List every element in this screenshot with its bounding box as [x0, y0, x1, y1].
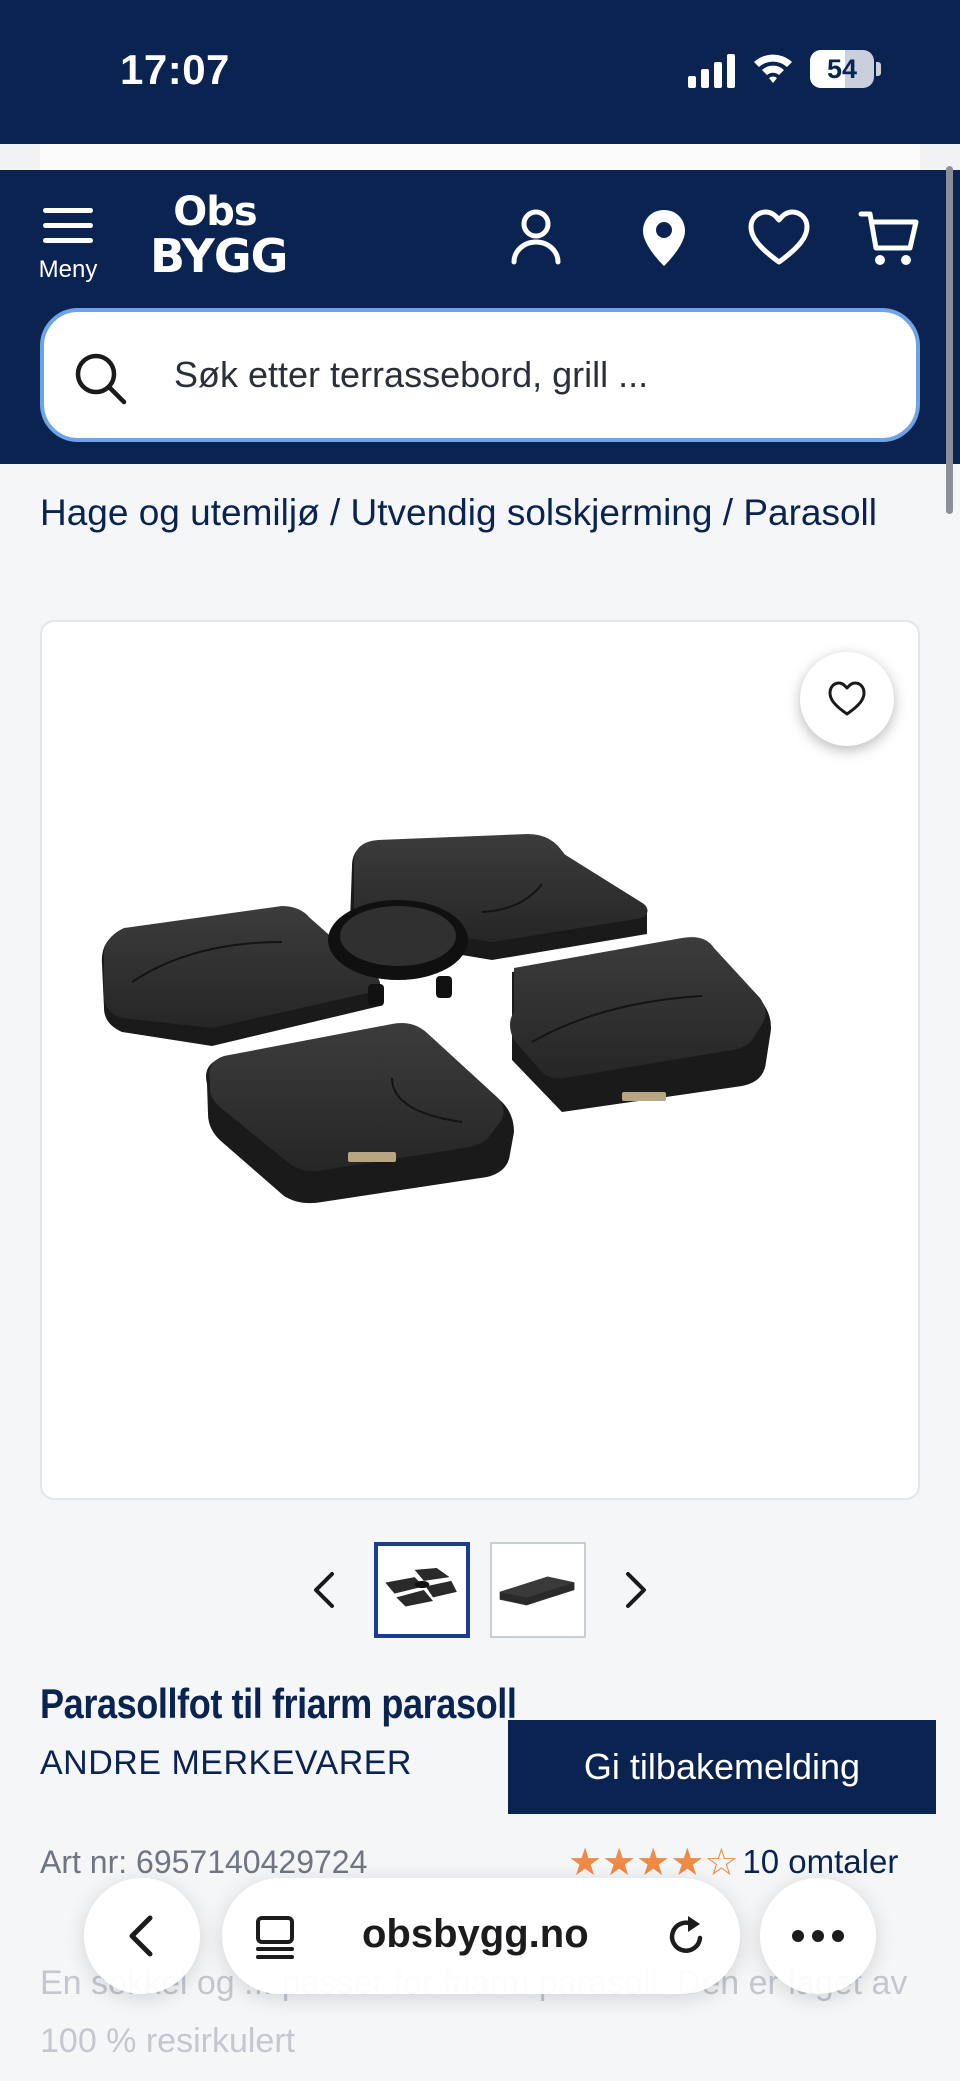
cart-icon[interactable] [858, 206, 922, 270]
more-icon [792, 1930, 844, 1942]
breadcrumb-item-parasoll[interactable]: Parasoll [743, 492, 877, 533]
back-icon [129, 1915, 153, 1957]
search-box[interactable] [40, 308, 920, 442]
breadcrumb-separator: / [319, 492, 351, 533]
more-button[interactable] [760, 1878, 876, 1994]
scrollbar[interactable] [946, 166, 953, 514]
menu-label: Meny [38, 256, 98, 283]
breadcrumb-item-hage[interactable]: Hage og utemiljø [40, 492, 320, 533]
reload-icon[interactable] [662, 1912, 710, 1960]
chevron-right-icon[interactable] [612, 1562, 660, 1618]
wifi-icon [754, 54, 792, 83]
breadcrumb-separator: / [712, 492, 744, 533]
breadcrumb-item-solskjerming[interactable]: Utvendig solskjerming [351, 492, 713, 533]
heart-icon[interactable] [747, 206, 811, 270]
breadcrumb: Hage og utemiljø / Utvendig solskjerming… [40, 484, 920, 542]
feedback-button[interactable]: Gi tilbakemelding [508, 1720, 936, 1814]
thumbnail-2[interactable] [490, 1542, 586, 1638]
menu-button[interactable]: Meny [30, 206, 106, 296]
tab-icon[interactable] [252, 1914, 298, 1960]
product-image[interactable] [62, 792, 902, 1312]
thumbnail-image [492, 1544, 584, 1636]
browser-toolbar: obsbygg.no [0, 1870, 960, 2000]
url-text[interactable]: obsbygg.no [362, 1912, 589, 1957]
heart-icon [828, 681, 866, 716]
search-input[interactable] [174, 342, 874, 408]
chevron-left-icon[interactable] [300, 1562, 348, 1618]
page: 17:07 54 Meny Obs BYGG Søk etter terrass… [0, 0, 960, 2081]
logo-bottom: BYGG [150, 229, 288, 283]
user-icon[interactable] [504, 206, 568, 270]
battery-icon: 54 [810, 50, 882, 88]
product-image-card [40, 620, 920, 1500]
status-bar: 17:07 54 [0, 0, 960, 144]
thumbnail-1[interactable] [374, 1542, 470, 1638]
product-title: Parasollfot til friarm parasoll [40, 1680, 517, 1727]
logo-top: Obs [173, 189, 257, 235]
brand-link[interactable]: ANDRE MERKEVARER [40, 1744, 412, 1783]
menu-icon [43, 208, 93, 243]
page-gap-inner [40, 144, 920, 170]
location-icon[interactable] [632, 206, 696, 270]
status-time: 17:07 [120, 46, 230, 93]
signal-icon [688, 54, 735, 88]
search-icon[interactable] [72, 350, 128, 406]
address-bar[interactable]: obsbygg.no [222, 1878, 740, 1994]
site-header: Meny Obs BYGG [0, 170, 960, 464]
obs-bygg-logo[interactable]: Obs BYGG [150, 189, 288, 292]
back-button[interactable] [84, 1878, 200, 1994]
thumbnail-image [378, 1546, 466, 1634]
battery-percent: 54 [826, 54, 858, 84]
favorite-button[interactable] [800, 652, 894, 746]
